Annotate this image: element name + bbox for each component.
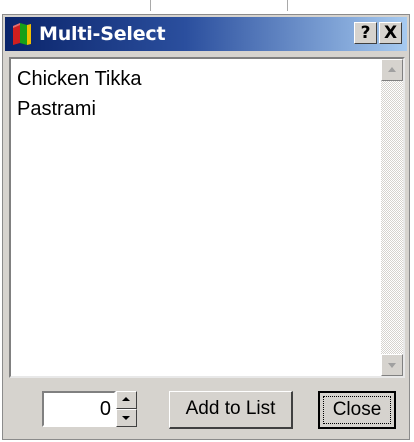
vertical-scrollbar[interactable] [381,59,403,376]
list-item[interactable]: Chicken Tikka [15,65,375,95]
focus-ring [323,396,391,424]
background-strip [0,0,414,14]
close-window-button[interactable]: X [379,22,402,44]
spin-down-icon [122,416,130,420]
help-button[interactable]: ? [354,22,377,44]
arrow-down-icon [388,363,396,368]
title-bar[interactable]: Multi-Select ? X [5,17,407,51]
spin-up-icon [122,397,130,401]
scroll-up-button[interactable] [381,59,403,81]
divider [150,0,151,11]
quantity-stepper[interactable] [116,391,137,427]
arrow-up-icon [388,67,396,72]
divider [287,0,288,11]
decrement-button[interactable] [116,409,137,427]
window-title: Multi-Select [39,23,166,45]
list-item[interactable]: Pastrami [15,95,375,125]
multi-select-dialog: Multi-Select ? X Chicken Tikka Pastrami … [2,14,410,440]
add-to-list-button[interactable]: Add to List [169,391,293,429]
item-list[interactable]: Chicken Tikka Pastrami [9,57,405,378]
close-button[interactable]: Close [318,391,396,429]
scroll-down-button[interactable] [381,354,403,376]
list-items: Chicken Tikka Pastrami [15,65,375,125]
quantity-input[interactable]: 0 [42,391,116,427]
increment-button[interactable] [116,391,137,409]
button-bar: 0 Add to List Close [5,383,407,439]
book-icon [13,23,31,45]
